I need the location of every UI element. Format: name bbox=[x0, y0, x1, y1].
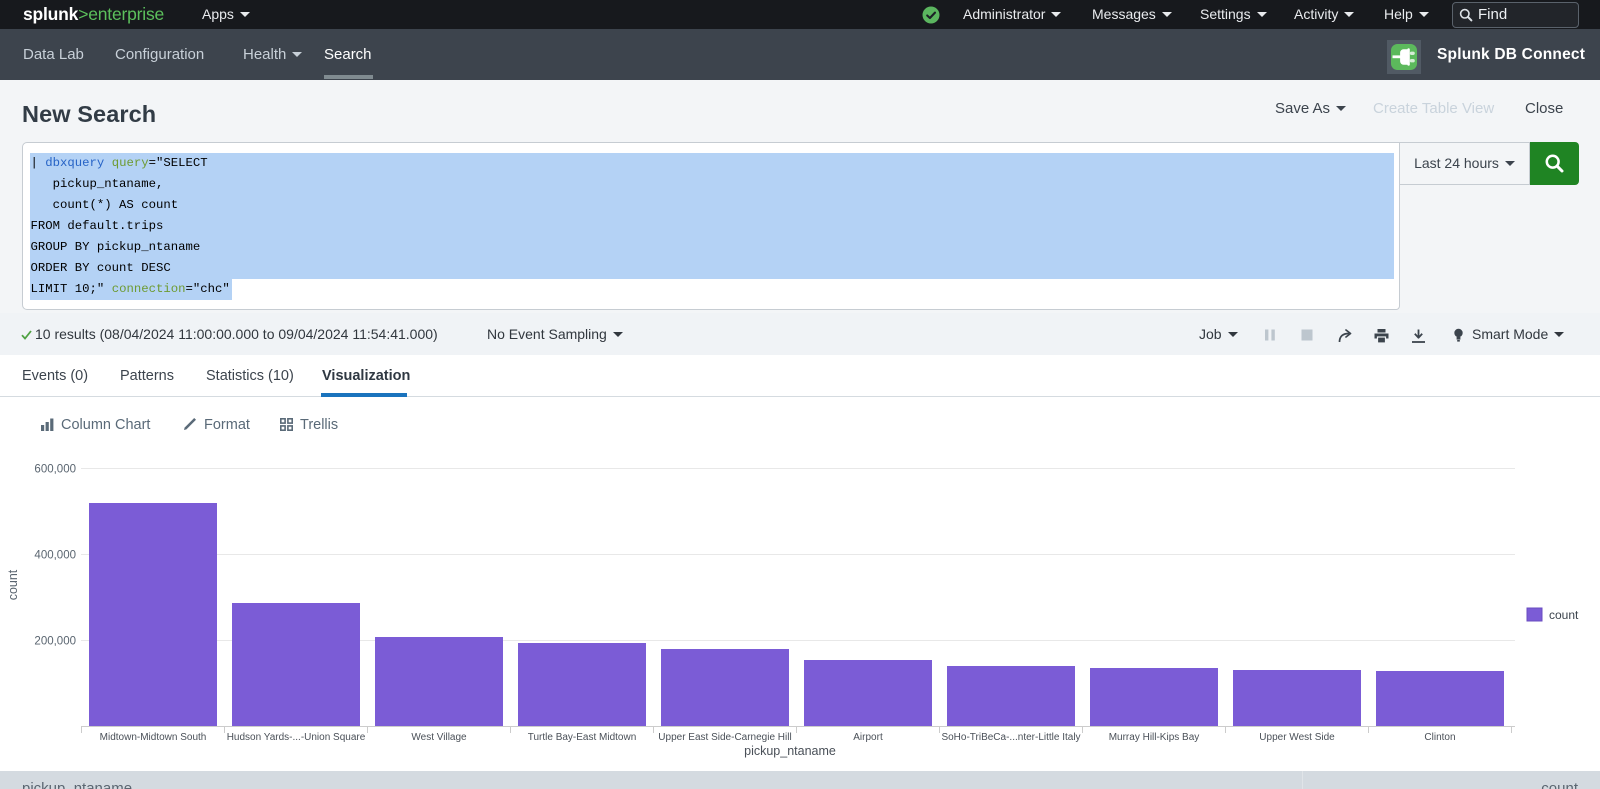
svg-text:Turtle Bay-East Midtown: Turtle Bay-East Midtown bbox=[528, 732, 637, 743]
svg-text:SoHo-TriBeCa-...nter-Little It: SoHo-TriBeCa-...nter-Little Italy bbox=[941, 732, 1080, 743]
svg-text:Murray Hill-Kips Bay: Murray Hill-Kips Bay bbox=[1109, 732, 1200, 743]
svg-text:400,000: 400,000 bbox=[34, 550, 76, 562]
svg-text:600,000: 600,000 bbox=[34, 464, 76, 476]
svg-text:pickup_ntaname: pickup_ntaname bbox=[744, 744, 836, 758]
svg-text:Airport: Airport bbox=[853, 732, 883, 743]
svg-text:Midtown-Midtown South: Midtown-Midtown South bbox=[100, 732, 207, 743]
svg-text:200,000: 200,000 bbox=[34, 636, 76, 648]
svg-text:Hudson Yards-...-Union Square: Hudson Yards-...-Union Square bbox=[227, 732, 366, 743]
svg-text:Upper West Side: Upper West Side bbox=[1259, 732, 1335, 743]
svg-text:count: count bbox=[1549, 608, 1579, 622]
svg-text:Upper East Side-Carnegie Hill: Upper East Side-Carnegie Hill bbox=[658, 732, 791, 743]
svg-text:count: count bbox=[6, 569, 20, 600]
svg-text:Clinton: Clinton bbox=[1424, 732, 1455, 743]
svg-text:West Village: West Village bbox=[411, 732, 467, 743]
